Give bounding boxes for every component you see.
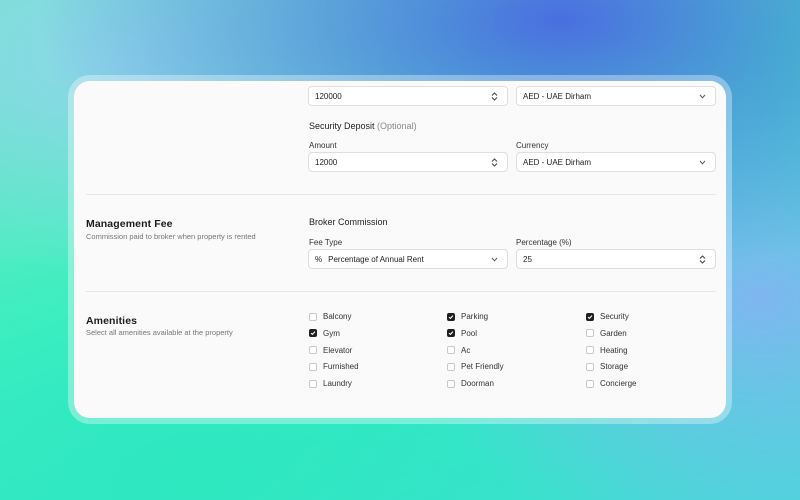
amenity-checkbox[interactable]: [447, 312, 455, 321]
amenity-checkbox[interactable]: [586, 362, 594, 371]
fee-type-select[interactable]: % Percentage of Annual Rent: [308, 249, 508, 269]
amenity-label: Pool: [461, 328, 478, 338]
management-fee-title: Management Fee: [86, 218, 173, 230]
percentage-value: 25: [523, 254, 532, 264]
check-icon: [587, 314, 593, 319]
amenity-option[interactable]: Furnished: [309, 362, 359, 371]
amenity-label: Furnished: [323, 362, 359, 372]
chevron-down-icon: [697, 157, 707, 167]
fee-type-value: Percentage of Annual Rent: [328, 254, 424, 264]
chevron-down-icon: [697, 91, 707, 101]
optional-tag: (Optional): [377, 121, 417, 131]
check-icon: [448, 314, 454, 319]
amenity-label: Concierge: [600, 379, 637, 389]
management-fee-description: Commission paid to broker when property …: [86, 232, 256, 241]
amenity-label: Storage: [600, 362, 629, 372]
amenity-checkbox[interactable]: [586, 329, 594, 338]
deposit-amount-label: Amount: [309, 141, 337, 150]
deposit-currency-select[interactable]: AED - UAE Dirham: [516, 152, 716, 172]
stepper-icon[interactable]: [489, 91, 499, 101]
amenity-label: Laundry: [323, 379, 352, 389]
amenity-label: Parking: [461, 312, 489, 321]
amenity-checkbox[interactable]: [586, 379, 594, 388]
amenity-label: Doorman: [461, 379, 494, 389]
amenity-checkbox[interactable]: [447, 362, 455, 371]
amenity-option[interactable]: Doorman: [447, 379, 494, 388]
amenity-checkbox[interactable]: [586, 346, 594, 355]
rent-amount-input[interactable]: 120000: [308, 86, 508, 106]
deposit-amount-input[interactable]: 12000: [308, 152, 508, 172]
amenity-option[interactable]: Balcony: [309, 312, 351, 321]
amenity-option[interactable]: Concierge: [586, 379, 636, 388]
amenity-checkbox[interactable]: [447, 346, 455, 355]
form-card: 120000 AED - UAE Dirham Security Deposit…: [74, 81, 726, 418]
chevron-down-icon: [489, 254, 499, 264]
amenity-label: Elevator: [323, 345, 353, 355]
amenity-checkbox[interactable]: [447, 329, 455, 338]
stepper-icon[interactable]: [489, 157, 499, 167]
amenity-label: Pet Friendly: [461, 362, 504, 372]
amenity-option[interactable]: Gym: [309, 329, 340, 338]
amenity-label: Heating: [600, 345, 628, 355]
amenity-option[interactable]: Security: [586, 312, 629, 321]
amenities-title: Amenities: [86, 315, 138, 327]
rent-currency-select[interactable]: AED - UAE Dirham: [516, 86, 716, 106]
amenity-label: Ac: [461, 345, 471, 355]
amenity-label: Garden: [600, 328, 627, 338]
amenity-option[interactable]: Elevator: [309, 346, 352, 355]
amenity-checkbox[interactable]: [309, 346, 317, 355]
amenity-option[interactable]: Storage: [586, 362, 628, 371]
amenity-checkbox[interactable]: [447, 379, 455, 388]
amenity-label: Security: [600, 312, 629, 321]
amenity-option[interactable]: Heating: [586, 346, 628, 355]
check-icon: [448, 331, 454, 336]
amenity-option[interactable]: Pool: [447, 329, 477, 338]
amenity-option[interactable]: Pet Friendly: [447, 362, 504, 371]
security-deposit-title: Security Deposit (Optional): [309, 121, 417, 131]
amenity-checkbox[interactable]: [309, 362, 317, 371]
deposit-currency-value: AED - UAE Dirham: [523, 157, 592, 167]
amenity-checkbox[interactable]: [309, 379, 317, 388]
amenity-option[interactable]: Laundry: [309, 379, 352, 388]
amenity-checkbox[interactable]: [309, 329, 317, 338]
rent-currency-value: AED - UAE Dirham: [523, 91, 592, 101]
amenity-label: Gym: [323, 328, 340, 338]
section-divider: [86, 291, 716, 292]
deposit-currency-label: Currency: [516, 141, 549, 150]
amenity-checkbox[interactable]: [309, 312, 317, 321]
amenity-option[interactable]: Ac: [447, 346, 470, 355]
percentage-input[interactable]: 25: [516, 249, 716, 269]
amenity-checkbox[interactable]: [586, 312, 594, 321]
amenity-option[interactable]: Garden: [586, 329, 627, 338]
deposit-amount-value: 12000: [315, 157, 338, 167]
section-divider: [86, 194, 716, 195]
amenity-label: Balcony: [323, 312, 352, 321]
check-icon: [310, 331, 316, 336]
percent-icon: %: [315, 254, 323, 264]
rent-amount-value: 120000: [315, 91, 342, 101]
amenities-description: Select all amenities available at the pr…: [86, 328, 233, 337]
stepper-icon[interactable]: [697, 254, 707, 264]
security-deposit-title-text: Security Deposit: [309, 121, 375, 131]
broker-commission-title: Broker Commission: [309, 217, 388, 227]
percentage-label: Percentage (%): [516, 238, 572, 247]
fee-type-label: Fee Type: [309, 238, 343, 247]
amenity-option[interactable]: Parking: [447, 312, 488, 321]
